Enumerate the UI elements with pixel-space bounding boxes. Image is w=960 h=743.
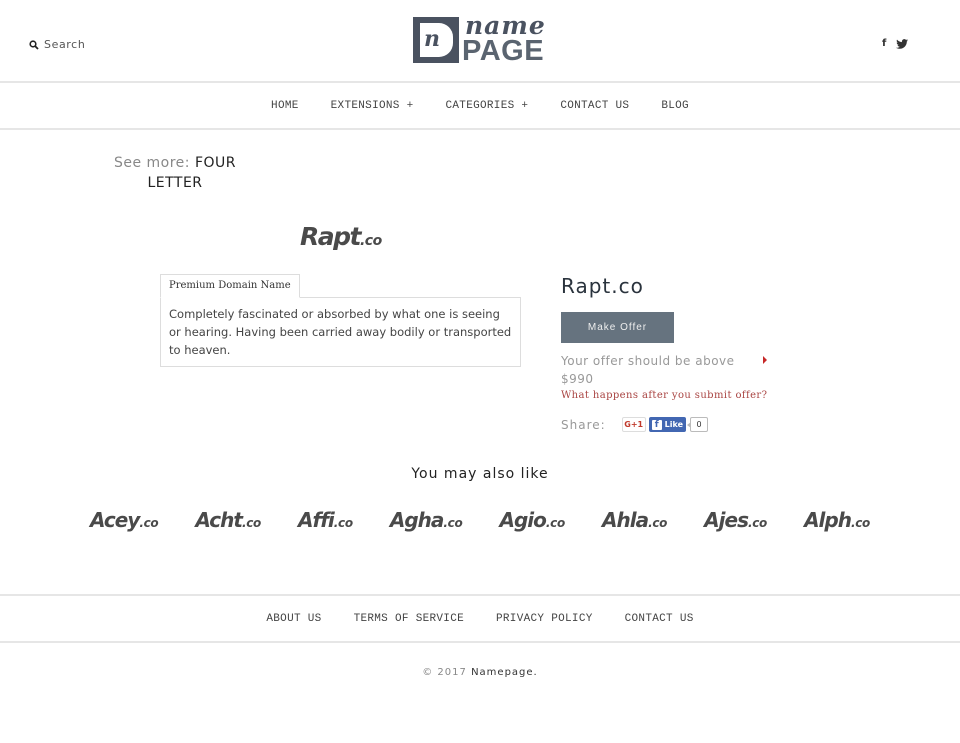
footer-about-us[interactable]: ABOUT US bbox=[266, 613, 321, 625]
facebook-like-button[interactable]: f Like bbox=[648, 417, 687, 432]
what-happens-link[interactable]: What happens after you submit offer? bbox=[561, 390, 767, 401]
also-like-item[interactable]: Agio.co bbox=[500, 508, 566, 532]
domain-description: Completely fascinated or absorbed by wha… bbox=[160, 297, 521, 367]
caret-right-icon[interactable] bbox=[763, 356, 767, 364]
also-like-item[interactable]: Affi.co bbox=[298, 508, 353, 532]
also-like-item[interactable]: Ajes.co bbox=[704, 508, 767, 532]
share-bar: Share: G+1 f Like 0 bbox=[561, 417, 709, 432]
make-offer-button[interactable]: Make Offer bbox=[561, 312, 674, 343]
see-more-label: See more: bbox=[113, 155, 191, 171]
facebook-like-label: Like bbox=[664, 420, 684, 429]
nav-extensions[interactable]: EXTENSIONS + bbox=[331, 100, 414, 112]
domain-logo: Rapt.co bbox=[300, 222, 382, 251]
nav-blog[interactable]: BLOG bbox=[661, 100, 689, 112]
nav-categories[interactable]: CATEGORIES + bbox=[445, 100, 528, 112]
nav-home[interactable]: HOME bbox=[271, 100, 299, 112]
logo-page-text: PAGE bbox=[462, 35, 545, 67]
site-logo[interactable]: n name PAGE bbox=[413, 13, 549, 67]
footer-contact-us[interactable]: CONTACT US bbox=[625, 613, 694, 625]
logo-mark: n bbox=[413, 17, 459, 63]
facebook-icon[interactable]: f bbox=[882, 38, 886, 49]
domain-title: Rapt.co bbox=[561, 274, 644, 298]
main-nav: HOME EXTENSIONS + CATEGORIES + CONTACT U… bbox=[0, 83, 960, 130]
social-links: f bbox=[882, 38, 909, 49]
copyright: © 2017 Namepage. bbox=[0, 667, 960, 678]
footer-nav: ABOUT US TERMS OF SERVICE PRIVACY POLICY… bbox=[0, 594, 960, 643]
see-more: See more: FOUR LETTER bbox=[105, 153, 245, 193]
also-like-item[interactable]: Agha.co bbox=[390, 508, 463, 532]
search-label: Search bbox=[44, 38, 86, 51]
also-like-item[interactable]: Ahla.co bbox=[602, 508, 667, 532]
site-header: Search n name PAGE f bbox=[0, 0, 960, 83]
copyright-year: © 2017 bbox=[422, 667, 467, 678]
offer-note: Your offer should be above $990 bbox=[561, 354, 735, 386]
search-icon bbox=[29, 39, 39, 50]
google-plus-button[interactable]: G+1 bbox=[621, 417, 646, 432]
also-like-item[interactable]: Acey.co bbox=[90, 508, 159, 532]
nav-contact-us[interactable]: CONTACT US bbox=[560, 100, 629, 112]
footer-terms-of-service[interactable]: TERMS OF SERVICE bbox=[354, 613, 464, 625]
copyright-brand-link[interactable]: Namepage. bbox=[471, 667, 538, 678]
also-like-item[interactable]: Alph.co bbox=[804, 508, 870, 532]
tab-premium-domain-name[interactable]: Premium Domain Name bbox=[160, 274, 300, 298]
also-like-list: Acey.co Acht.co Affi.co Agha.co Agio.co … bbox=[70, 508, 890, 532]
twitter-icon[interactable] bbox=[896, 38, 909, 49]
footer-privacy-policy[interactable]: PRIVACY POLICY bbox=[496, 613, 593, 625]
also-like-title: You may also like bbox=[411, 466, 549, 482]
facebook-icon: f bbox=[651, 419, 662, 430]
also-like-item[interactable]: Acht.co bbox=[195, 508, 261, 532]
share-label: Share: bbox=[561, 417, 606, 432]
facebook-like-count: 0 bbox=[687, 417, 709, 432]
search-trigger[interactable]: Search bbox=[29, 38, 85, 51]
